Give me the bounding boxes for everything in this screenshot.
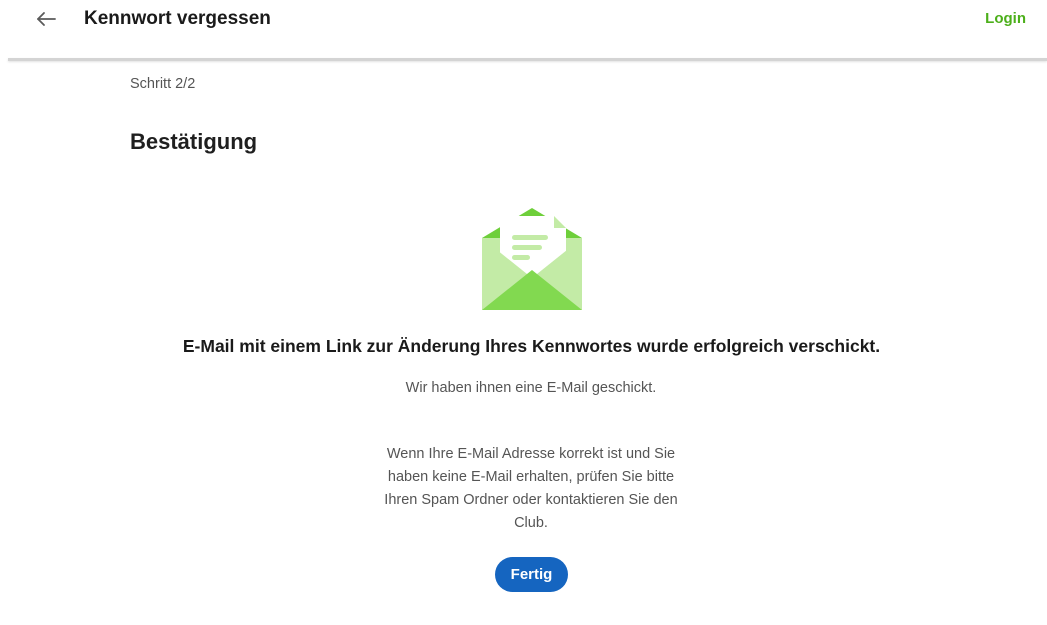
page-title: Bestätigung bbox=[130, 129, 258, 154]
done-button[interactable]: Fertig bbox=[495, 557, 568, 592]
info-text-sent: Wir haben ihnen eine E-Mail geschickt. bbox=[405, 380, 657, 396]
info-text-spam-hint: Wenn Ihre E-Mail Adresse korrekt ist und… bbox=[384, 446, 678, 531]
email-sent-icon bbox=[482, 208, 582, 310]
success-message: E-Mail mit einem Link zur Änderung Ihres… bbox=[182, 336, 881, 356]
page-header-title: Kennwort vergessen bbox=[84, 8, 271, 29]
login-link[interactable]: Login bbox=[985, 10, 1026, 27]
header-divider bbox=[8, 58, 1047, 61]
back-button[interactable] bbox=[30, 6, 62, 34]
header-bar: Kennwort vergessen Login bbox=[0, 0, 1047, 61]
step-indicator: Schritt 2/2 bbox=[130, 76, 196, 92]
arrow-left-icon bbox=[37, 12, 56, 26]
